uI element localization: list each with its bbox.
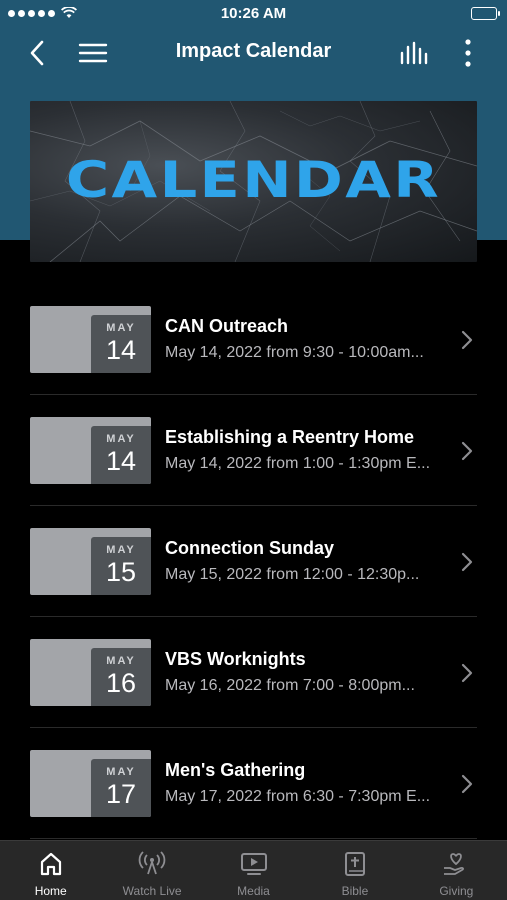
chevron-right-icon	[461, 552, 473, 572]
event-row[interactable]: MAY 16 VBS Worknights May 16, 2022 from …	[30, 617, 477, 728]
event-title: Men's Gathering	[165, 760, 306, 780]
bottom-tab-bar: Home Watch Live Media Bible Giving	[0, 840, 507, 900]
date-month: MAY	[106, 544, 136, 556]
event-row[interactable]: MAY 14 CAN Outreach May 14, 2022 from 9:…	[30, 284, 477, 395]
event-subtitle: May 16, 2022 from 7:00 - 8:00pm...	[165, 677, 415, 694]
calendar-banner: CALENDAR	[30, 101, 477, 262]
chevron-right-icon	[461, 330, 473, 350]
event-thumbnail: MAY 14	[30, 417, 151, 484]
tab-giving[interactable]: Giving	[406, 841, 507, 900]
bible-icon	[344, 852, 365, 876]
date-badge: MAY 15	[91, 537, 151, 595]
battery-icon	[471, 7, 500, 20]
chevron-right-icon	[461, 441, 473, 461]
event-title: CAN Outreach	[165, 316, 289, 336]
broadcast-icon	[138, 851, 166, 875]
status-time: 10:26 AM	[220, 5, 287, 22]
status-bar: 10:26 AM	[0, 0, 507, 28]
date-badge: MAY 14	[91, 426, 151, 484]
page-title: Impact Calendar	[175, 40, 332, 62]
chevron-right-icon	[461, 774, 473, 794]
event-title: Establishing a Reentry Home	[165, 427, 415, 447]
date-month: MAY	[106, 433, 136, 445]
event-list: MAY 14 CAN Outreach May 14, 2022 from 9:…	[30, 284, 477, 839]
event-thumbnail: MAY 16	[30, 639, 151, 706]
event-thumbnail: MAY 14	[30, 306, 151, 373]
tab-watch-live[interactable]: Watch Live	[101, 841, 202, 900]
date-badge: MAY 17	[91, 759, 151, 817]
event-title: VBS Worknights	[165, 649, 306, 669]
event-thumbnail: MAY 17	[30, 750, 151, 817]
event-subtitle: May 14, 2022 from 1:00 - 1:30pm E...	[165, 455, 431, 472]
media-icon	[240, 853, 267, 875]
event-row[interactable]: MAY 15 Connection Sunday May 15, 2022 fr…	[30, 506, 477, 617]
date-month: MAY	[106, 766, 136, 778]
navigation-bar: Impact Calendar	[0, 30, 507, 76]
date-day: 14	[105, 446, 137, 476]
date-badge: MAY 16	[91, 648, 151, 706]
tab-label: Home	[34, 884, 67, 898]
giving-icon	[444, 853, 465, 875]
date-month: MAY	[106, 322, 136, 334]
event-subtitle: May 14, 2022 from 9:30 - 10:00am...	[165, 344, 424, 361]
tab-home[interactable]: Home	[0, 841, 101, 900]
tab-label: Media	[237, 884, 270, 898]
audio-bars-icon[interactable]	[398, 39, 430, 67]
event-title: Connection Sunday	[165, 538, 335, 558]
tab-label: Bible	[341, 884, 369, 898]
tab-label: Giving	[439, 884, 474, 898]
date-day: 14	[105, 335, 137, 365]
date-badge: MAY 14	[91, 315, 151, 373]
tab-bible[interactable]: Bible	[304, 841, 405, 900]
more-options-icon[interactable]	[458, 37, 478, 69]
event-subtitle: May 15, 2022 from 12:00 - 12:30p...	[165, 566, 420, 583]
date-day: 16	[105, 668, 137, 698]
banner-heading: CALENDAR	[65, 151, 442, 209]
chevron-right-icon	[461, 663, 473, 683]
event-row[interactable]: MAY 14 Establishing a Reentry Home May 1…	[30, 395, 477, 506]
date-day: 15	[105, 557, 137, 587]
date-month: MAY	[106, 655, 136, 667]
tab-label: Watch Live	[122, 884, 182, 898]
home-icon	[40, 852, 61, 876]
event-thumbnail: MAY 15	[30, 528, 151, 595]
event-subtitle: May 17, 2022 from 6:30 - 7:30pm E...	[165, 788, 431, 805]
tab-media[interactable]: Media	[203, 841, 304, 900]
date-day: 17	[105, 779, 137, 809]
event-row[interactable]: MAY 17 Men's Gathering May 17, 2022 from…	[30, 728, 477, 839]
